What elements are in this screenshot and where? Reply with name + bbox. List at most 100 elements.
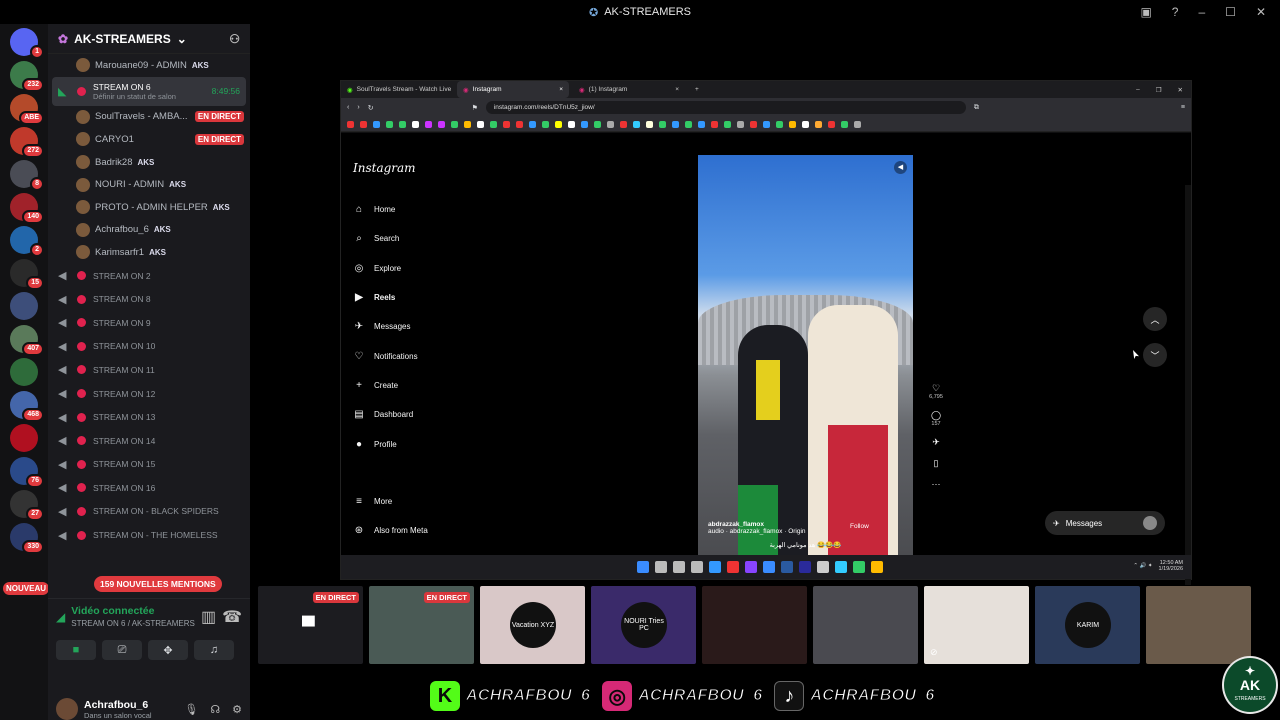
voice-member[interactable]: SoulTravels - AMBA... EN DIRECT (48, 106, 250, 129)
bookmark-icon[interactable] (750, 120, 757, 128)
server-icon[interactable]: 407 (10, 325, 44, 356)
share-icon[interactable]: ✈ (926, 437, 946, 448)
voice-member[interactable]: Achrafbou_6 AKS (48, 219, 250, 242)
stream-tile[interactable]: KARIM (1035, 586, 1140, 664)
activities-button[interactable]: ✥ (148, 640, 188, 660)
ig-nav-notifications[interactable]: ♡ Notifications (353, 341, 493, 370)
bookmark-icon[interactable] (607, 120, 614, 128)
new-servers-badge[interactable]: NOUVEAU (3, 582, 50, 595)
bookmark-icon[interactable] (399, 120, 406, 128)
bookmark-icon[interactable] (477, 120, 484, 128)
server-icon[interactable]: 2 (10, 226, 44, 257)
inbox-icon[interactable]: ▣ (1140, 5, 1151, 19)
channel-status[interactable]: Définir un statut de salon (93, 92, 176, 101)
close-tab-icon[interactable]: × (675, 86, 679, 93)
bookmark-icon[interactable] (464, 120, 471, 128)
close-button[interactable]: ✕ (1256, 5, 1266, 19)
voice-channel-active[interactable]: ◣ STREAM ON 6 Définir un statut de salon 8:… (52, 76, 246, 106)
stream-tile[interactable]: Vacation XYZ (480, 586, 585, 664)
mentions-badge[interactable]: 159 NOUVELLES MENTIONS (94, 576, 222, 592)
scrollbar[interactable] (1185, 185, 1191, 585)
bookmark-icon[interactable] (672, 120, 679, 128)
taskbar-app-icon[interactable] (691, 561, 703, 573)
bookmark-icon[interactable] (789, 120, 796, 128)
browser-tab[interactable]: ◉ Instagram × (457, 81, 569, 98)
ig-nav-home[interactable]: ⌂ Home (353, 195, 493, 224)
voice-channel[interactable]: ◀ STREAM ON - THE HOMELESS (48, 523, 250, 547)
microphone-icon[interactable]: 🎙 (184, 703, 198, 716)
bookmark-icon[interactable] (490, 120, 497, 128)
taskbar-app-icon[interactable] (763, 561, 775, 573)
bookmark-icon[interactable] (763, 120, 770, 128)
next-reel-button[interactable]: ﹀ (1143, 343, 1167, 367)
more-icon[interactable]: ··· (926, 479, 946, 489)
bookmark-icon[interactable] (711, 120, 718, 128)
voice-location[interactable]: STREAM ON 6 / AK-STREAMERS (71, 619, 195, 628)
taskbar-app-icon[interactable] (817, 561, 829, 573)
taskbar-app-icon[interactable] (655, 561, 667, 573)
bookmark-icon[interactable] (347, 120, 354, 128)
ig-nav-explore[interactable]: ◎ Explore (353, 254, 493, 283)
url-field[interactable]: instagram.com/reels/DTnU5z_jiow/ (485, 101, 966, 114)
bookmark-icon[interactable] (737, 120, 744, 128)
server-icon[interactable]: 272 (10, 127, 44, 158)
server-icon[interactable]: 76 (10, 457, 44, 488)
voice-channel[interactable]: ◀ STREAM ON 15 (48, 453, 250, 477)
bookmark-icon[interactable] (373, 120, 380, 128)
add-member-icon[interactable]: ⚇ (229, 32, 240, 46)
stream-tile[interactable]: ▀ EN DIRECT (258, 586, 363, 664)
bookmark-icon[interactable] (555, 120, 562, 128)
voice-channel[interactable]: ◀ STREAM ON 2 (48, 264, 250, 288)
voice-member[interactable]: NOURI - ADMIN AKS (48, 173, 250, 196)
bookmark-icon[interactable] (633, 120, 640, 128)
bookmark-icon[interactable] (581, 120, 588, 128)
voice-channel[interactable]: ◀ STREAM ON 8 (48, 287, 250, 311)
bookmark-icon[interactable] (802, 120, 809, 128)
soundboard-button[interactable]: ♫ (194, 640, 234, 660)
stream-tile[interactable] (702, 586, 807, 664)
ig-nav-messages[interactable]: ✈ Messages (353, 312, 493, 341)
server-icon[interactable]: 232 (10, 61, 44, 92)
server-icon[interactable]: ABE (10, 94, 44, 125)
like-icon[interactable]: ♡ (926, 383, 946, 394)
avatar[interactable] (56, 698, 78, 720)
follow-button[interactable]: Follow (850, 523, 869, 530)
reel-audio[interactable]: audio · abdrazzak_flamox · Origin (708, 528, 903, 535)
ig-nav-also-from-meta[interactable]: ⊛ Also from Meta (353, 516, 493, 545)
camera-button[interactable]: ■ (56, 640, 96, 660)
server-icon[interactable]: 468 (10, 391, 44, 422)
bookmark-icon[interactable] (425, 120, 432, 128)
ig-nav-search[interactable]: ⌕ Search (353, 224, 493, 253)
voice-channel[interactable]: ◀ STREAM ON 12 (48, 382, 250, 406)
bookmark-icon[interactable] (724, 120, 731, 128)
headphones-icon[interactable]: ☊ (210, 703, 220, 716)
tray-icons[interactable]: ⌃ 🔊 ✦ (1133, 563, 1152, 569)
bookmark-icon[interactable] (815, 120, 822, 128)
bookmark-icon[interactable] (828, 120, 835, 128)
stream-tile[interactable] (1146, 586, 1251, 664)
close-tab-icon[interactable]: × (559, 86, 563, 93)
bookmark-icon[interactable] (412, 120, 419, 128)
menu-icon[interactable]: ≡ (1181, 104, 1185, 111)
server-icon[interactable] (10, 358, 38, 386)
ig-nav-reels[interactable]: ▶ Reels (353, 283, 493, 312)
stream-tile[interactable]: ⊘ (924, 586, 1029, 664)
stream-tile[interactable]: NOURI Tries PC (591, 586, 696, 664)
settings-icon[interactable]: ⚙ (232, 703, 242, 716)
bookmark-icon[interactable] (529, 120, 536, 128)
voice-channel[interactable]: ◀ STREAM ON 16 (48, 476, 250, 500)
bookmark-icon[interactable] (516, 120, 523, 128)
forward-icon[interactable]: › (357, 104, 359, 111)
discord-home-icon[interactable]: 1 (10, 28, 44, 59)
bookmark-icon[interactable] (841, 120, 848, 128)
bookmark-icon[interactable] (698, 120, 705, 128)
bookmark-icon[interactable] (659, 120, 666, 128)
ig-nav-create[interactable]: + Create (353, 371, 493, 400)
server-icon[interactable]: 330 (10, 523, 44, 554)
voice-member[interactable]: Badrik28 AKS (48, 151, 250, 174)
stream-tile[interactable]: EN DIRECT (369, 586, 474, 664)
bookmark-icon[interactable] (386, 120, 393, 128)
taskbar-app-icon[interactable] (727, 561, 739, 573)
bookmark-icon[interactable] (568, 120, 575, 128)
back-icon[interactable]: ‹ (347, 104, 349, 111)
